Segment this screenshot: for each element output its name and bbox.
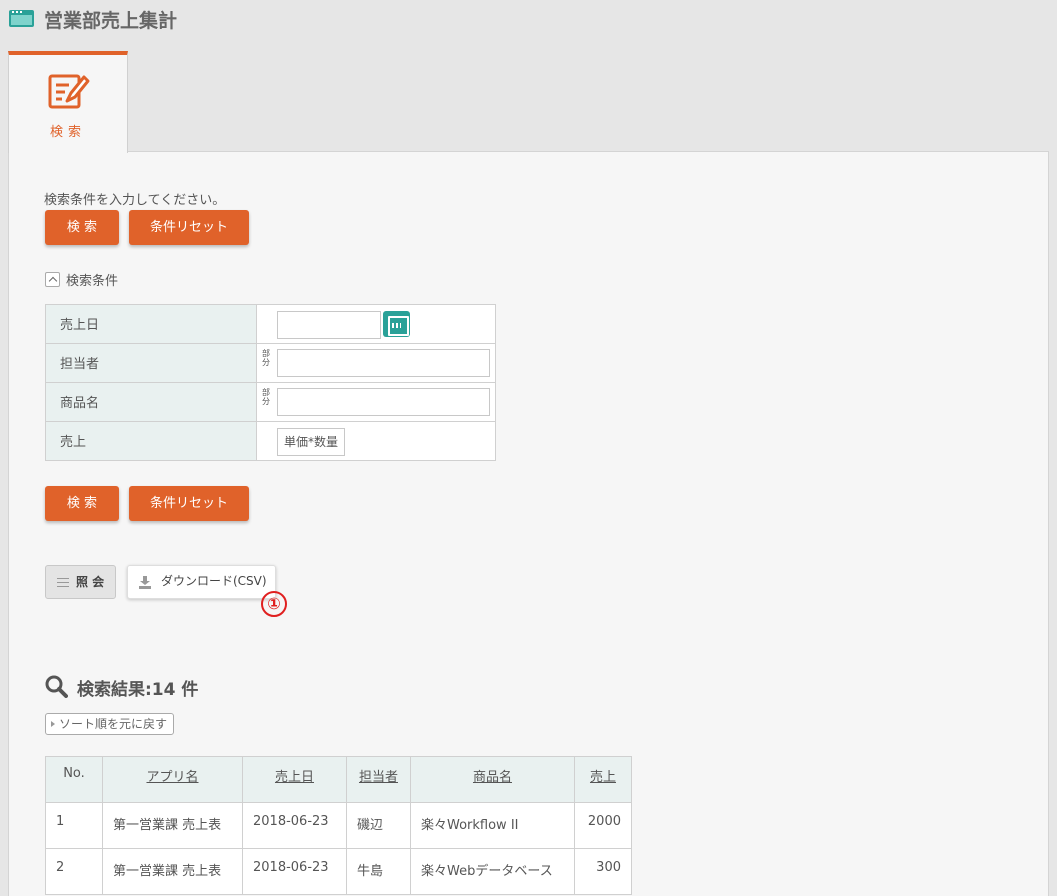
condition-row: 売上 単価*数量 — [45, 421, 496, 461]
download-csv-label: ダウンロード(CSV) — [161, 574, 267, 588]
product-input[interactable] — [277, 388, 490, 416]
search-conditions-toggle[interactable]: 検索条件 — [45, 270, 118, 289]
col-header-no: No. — [45, 756, 103, 803]
field-value-sales-date — [256, 304, 496, 344]
cell-sales: 2000 — [574, 802, 632, 849]
download-icon — [139, 576, 151, 589]
condition-row: 商品名 部分 — [45, 382, 496, 422]
search-button-bottom[interactable]: 検 索 — [45, 486, 119, 521]
table-row: 2 第一営業課 売上表 2018-06-23 牛島 楽々Webデータベース 30… — [45, 848, 632, 895]
annotation-marker: ① — [261, 591, 287, 617]
search-conditions-table: 売上日 担当者 部分 商品名 部分 売上 単価*数量 — [45, 304, 496, 461]
results-table: No. アプリ名 売上日 担当者 商品名 売上 1 第一営業課 売上表 2018… — [45, 756, 632, 895]
field-value-staff: 部分 — [256, 343, 496, 383]
field-label-sales-date: 売上日 — [45, 304, 257, 344]
cell-no: 1 — [45, 802, 103, 849]
search-button-top[interactable]: 検 索 — [45, 210, 119, 245]
col-header-date[interactable]: 売上日 — [242, 756, 347, 803]
col-header-sales[interactable]: 売上 — [574, 756, 632, 803]
tab-label: 検索 — [49, 125, 86, 140]
cell-staff: 磯辺 — [346, 802, 411, 849]
reset-button-top[interactable]: 条件リセット — [129, 210, 249, 245]
cell-date: 2018-06-23 — [242, 848, 347, 895]
cell-staff: 牛島 — [346, 848, 411, 895]
cell-date: 2018-06-23 — [242, 802, 347, 849]
cell-no: 2 — [45, 848, 103, 895]
tab-search[interactable]: 検索 — [8, 51, 128, 153]
list-icon — [57, 578, 69, 587]
view-button-label: 照 会 — [76, 575, 105, 589]
page-title: 営業部売上集計 — [44, 10, 178, 32]
cell-product: 楽々Webデータベース — [410, 848, 575, 895]
partial-match-label: 部分 — [262, 349, 270, 367]
field-label-product: 商品名 — [45, 382, 257, 422]
search-instruction: 検索条件を入力してください。 — [44, 193, 226, 208]
cell-product: 楽々Workflow II — [410, 802, 575, 849]
field-value-sales: 単価*数量 — [256, 421, 496, 461]
field-label-sales: 売上 — [45, 421, 257, 461]
field-value-product: 部分 — [256, 382, 496, 422]
partial-match-label: 部分 — [262, 388, 270, 406]
sales-date-input[interactable] — [277, 311, 381, 339]
sort-reset-button[interactable]: ソート順を元に戻す — [45, 713, 174, 735]
title-bar: 営業部売上集計 — [0, 0, 1057, 40]
download-csv-button[interactable]: ダウンロード(CSV) — [127, 565, 276, 599]
results-header-row: No. アプリ名 売上日 担当者 商品名 売上 — [45, 756, 632, 803]
col-header-product[interactable]: 商品名 — [410, 756, 575, 803]
window-icon — [9, 10, 34, 27]
cell-app: 第一営業課 売上表 — [102, 802, 243, 849]
search-icon — [45, 675, 68, 698]
search-conditions-label: 検索条件 — [66, 274, 119, 289]
cell-sales: 300 — [574, 848, 632, 895]
reset-button-bottom[interactable]: 条件リセット — [129, 486, 249, 521]
col-header-staff[interactable]: 担当者 — [346, 756, 411, 803]
col-header-app[interactable]: アプリ名 — [102, 756, 243, 803]
cell-app: 第一営業課 売上表 — [102, 848, 243, 895]
edit-form-icon — [48, 74, 90, 109]
condition-row: 担当者 部分 — [45, 343, 496, 383]
condition-row: 売上日 — [45, 304, 496, 344]
results-count: 検索結果:14 件 — [77, 680, 199, 700]
field-label-staff: 担当者 — [45, 343, 257, 383]
sales-formula-chip[interactable]: 単価*数量 — [277, 428, 346, 456]
view-button[interactable]: 照 会 — [45, 565, 116, 599]
chevron-up-icon — [45, 272, 60, 287]
staff-input[interactable] — [277, 349, 490, 377]
calendar-icon[interactable] — [383, 311, 410, 337]
table-row: 1 第一営業課 売上表 2018-06-23 磯辺 楽々Workflow II … — [45, 802, 632, 849]
